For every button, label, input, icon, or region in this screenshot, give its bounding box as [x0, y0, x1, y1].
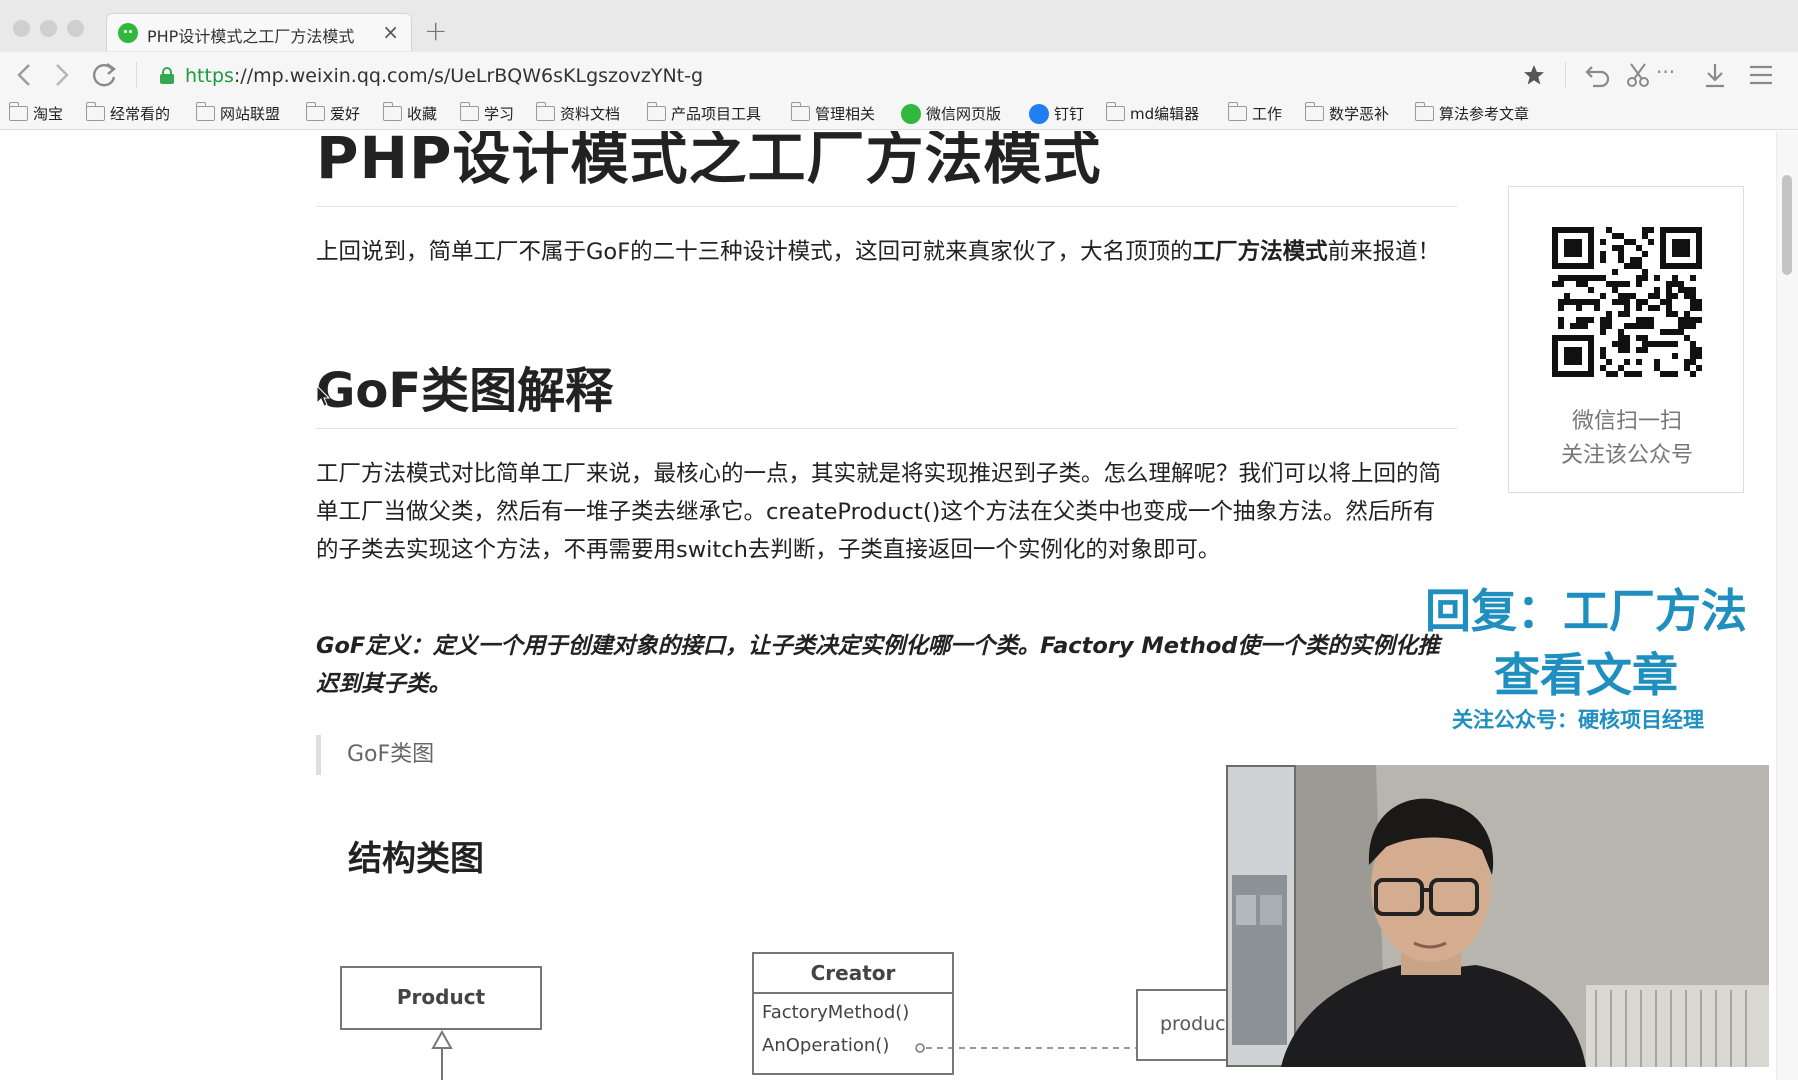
- bookmark-wechat-web[interactable]: 微信网页版: [901, 103, 1001, 124]
- folder-icon: [1105, 102, 1125, 121]
- uml-product-label: Product: [396, 985, 486, 1009]
- gof-definition: GoF定义：定义一个用于创建对象的接口，让子类决定实例化哪一个类。Factory…: [316, 633, 1440, 697]
- scrollbar[interactable]: [1776, 131, 1798, 1080]
- bookmark-study[interactable]: 学习: [459, 102, 514, 124]
- dingtalk-icon: [1029, 103, 1049, 124]
- bookmark-md-editor[interactable]: md编辑器: [1105, 102, 1199, 124]
- window-minimize-button[interactable]: [40, 20, 57, 37]
- tab-title: PHP设计模式之工厂方法模式: [147, 27, 355, 46]
- body-paragraph: 工厂方法模式对比简单工厂来说，最核心的一点，其实就是将实现推迟到子类。怎么理解呢…: [316, 461, 1442, 563]
- bookmark-site-alliance[interactable]: 网站联盟: [195, 102, 280, 124]
- folder-icon: [382, 102, 402, 121]
- folder-icon: [85, 102, 105, 121]
- tab-close-button[interactable]: ×: [382, 20, 399, 44]
- lock-icon[interactable]: [160, 67, 174, 84]
- window-close-button[interactable]: [13, 20, 30, 37]
- folder-icon: [1414, 102, 1434, 121]
- qr-caption-follow: 关注该公众号: [1560, 443, 1693, 468]
- bookmark-taobao[interactable]: 淘宝: [8, 102, 63, 124]
- uml-dashed-connector: [915, 1043, 1138, 1053]
- uml-inheritance-arrow: [431, 1030, 453, 1080]
- back-icon[interactable]: [14, 62, 36, 88]
- title-divider: [316, 206, 1457, 207]
- promo-reply-text: 回复：工厂方法: [1425, 584, 1747, 638]
- section-divider: [316, 428, 1457, 429]
- folder-icon: [1304, 102, 1324, 121]
- wechat-icon: [901, 103, 921, 124]
- promo-follow-text: 关注公众号：硬核项目经理: [1452, 708, 1704, 732]
- bookmarks-bar: 淘宝 经常看的 网站联盟 爱好 收藏 学习 资料文档 产品项目工具 管理相关 微…: [0, 100, 1798, 130]
- folder-icon: [305, 102, 325, 121]
- bookmark-frequent[interactable]: 经常看的: [85, 102, 170, 124]
- forward-icon[interactable]: [50, 62, 72, 88]
- bookmark-management[interactable]: 管理相关: [790, 102, 875, 124]
- mouse-cursor-icon: [316, 385, 330, 407]
- bookmark-work[interactable]: 工作: [1227, 102, 1282, 124]
- scrollbar-thumb[interactable]: [1782, 175, 1792, 275]
- wechat-icon: [118, 23, 138, 43]
- folder-icon: [535, 102, 555, 121]
- bookmark-math[interactable]: 数学恶补: [1304, 102, 1389, 124]
- presenter-video-image: [1226, 765, 1769, 1067]
- bookmark-favorites[interactable]: 收藏: [382, 102, 437, 124]
- folder-icon: [1227, 102, 1247, 121]
- more-icon[interactable]: ···: [1656, 57, 1675, 87]
- undo-icon[interactable]: [1584, 61, 1612, 89]
- address-bar[interactable]: https://mp.weixin.qq.com/s/UeLrBQW6sKLgs…: [185, 65, 703, 87]
- folder-icon: [646, 102, 666, 121]
- uml-product-class: Product: [340, 966, 542, 1030]
- window-zoom-button[interactable]: [67, 20, 84, 37]
- folder-icon: [8, 102, 28, 121]
- new-tab-button[interactable]: +: [424, 14, 447, 47]
- bookmark-docs[interactable]: 资料文档: [535, 102, 620, 124]
- diagram-heading: 结构类图: [348, 839, 484, 879]
- navigation-bar: https://mp.weixin.qq.com/s/UeLrBQW6sKLgs…: [0, 52, 1798, 100]
- bookmark-product-tools[interactable]: 产品项目工具: [646, 102, 761, 124]
- uml-factory-method: FactoryMethod(): [762, 1002, 910, 1023]
- reload-icon[interactable]: [90, 61, 118, 89]
- section-heading: GoF类图解释: [316, 363, 614, 419]
- download-icon[interactable]: [1702, 61, 1728, 89]
- article-title: PHP设计模式之工厂方法模式: [316, 131, 1102, 192]
- tab-bar: PHP设计模式之工厂方法模式 × +: [0, 0, 1798, 52]
- menu-icon[interactable]: [1748, 64, 1774, 86]
- intro-paragraph: 上回说到，简单工厂不属于GoF的二十三种设计模式，这回可就来真家伙了，大名顶顶的…: [316, 239, 1441, 265]
- scissors-icon[interactable]: [1626, 61, 1652, 89]
- folder-icon: [195, 102, 215, 121]
- page-content: PHP设计模式之工厂方法模式 上回说到，简单工厂不属于GoF的二十三种设计模式，…: [0, 131, 1798, 1080]
- blockquote: GoF类图: [316, 735, 434, 775]
- webcam-overlay: [1226, 765, 1769, 1067]
- promo-view-article-text: 查看文章: [1494, 648, 1678, 702]
- uml-creator-label: Creator: [754, 954, 952, 994]
- browser-tab-active[interactable]: PHP设计模式之工厂方法模式 ×: [106, 13, 412, 51]
- star-icon[interactable]: [1522, 63, 1546, 87]
- bookmark-hobbies[interactable]: 爱好: [305, 102, 360, 124]
- folder-icon: [459, 102, 479, 121]
- qr-code: [1552, 227, 1702, 377]
- bookmark-algorithms[interactable]: 算法参考文章: [1414, 102, 1529, 124]
- qr-caption-scan: 微信扫一扫: [1571, 409, 1682, 434]
- qr-card: 微信扫一扫 关注该公众号: [1508, 186, 1744, 493]
- bookmark-dingtalk[interactable]: 钉钉: [1029, 103, 1084, 124]
- folder-icon: [790, 102, 810, 121]
